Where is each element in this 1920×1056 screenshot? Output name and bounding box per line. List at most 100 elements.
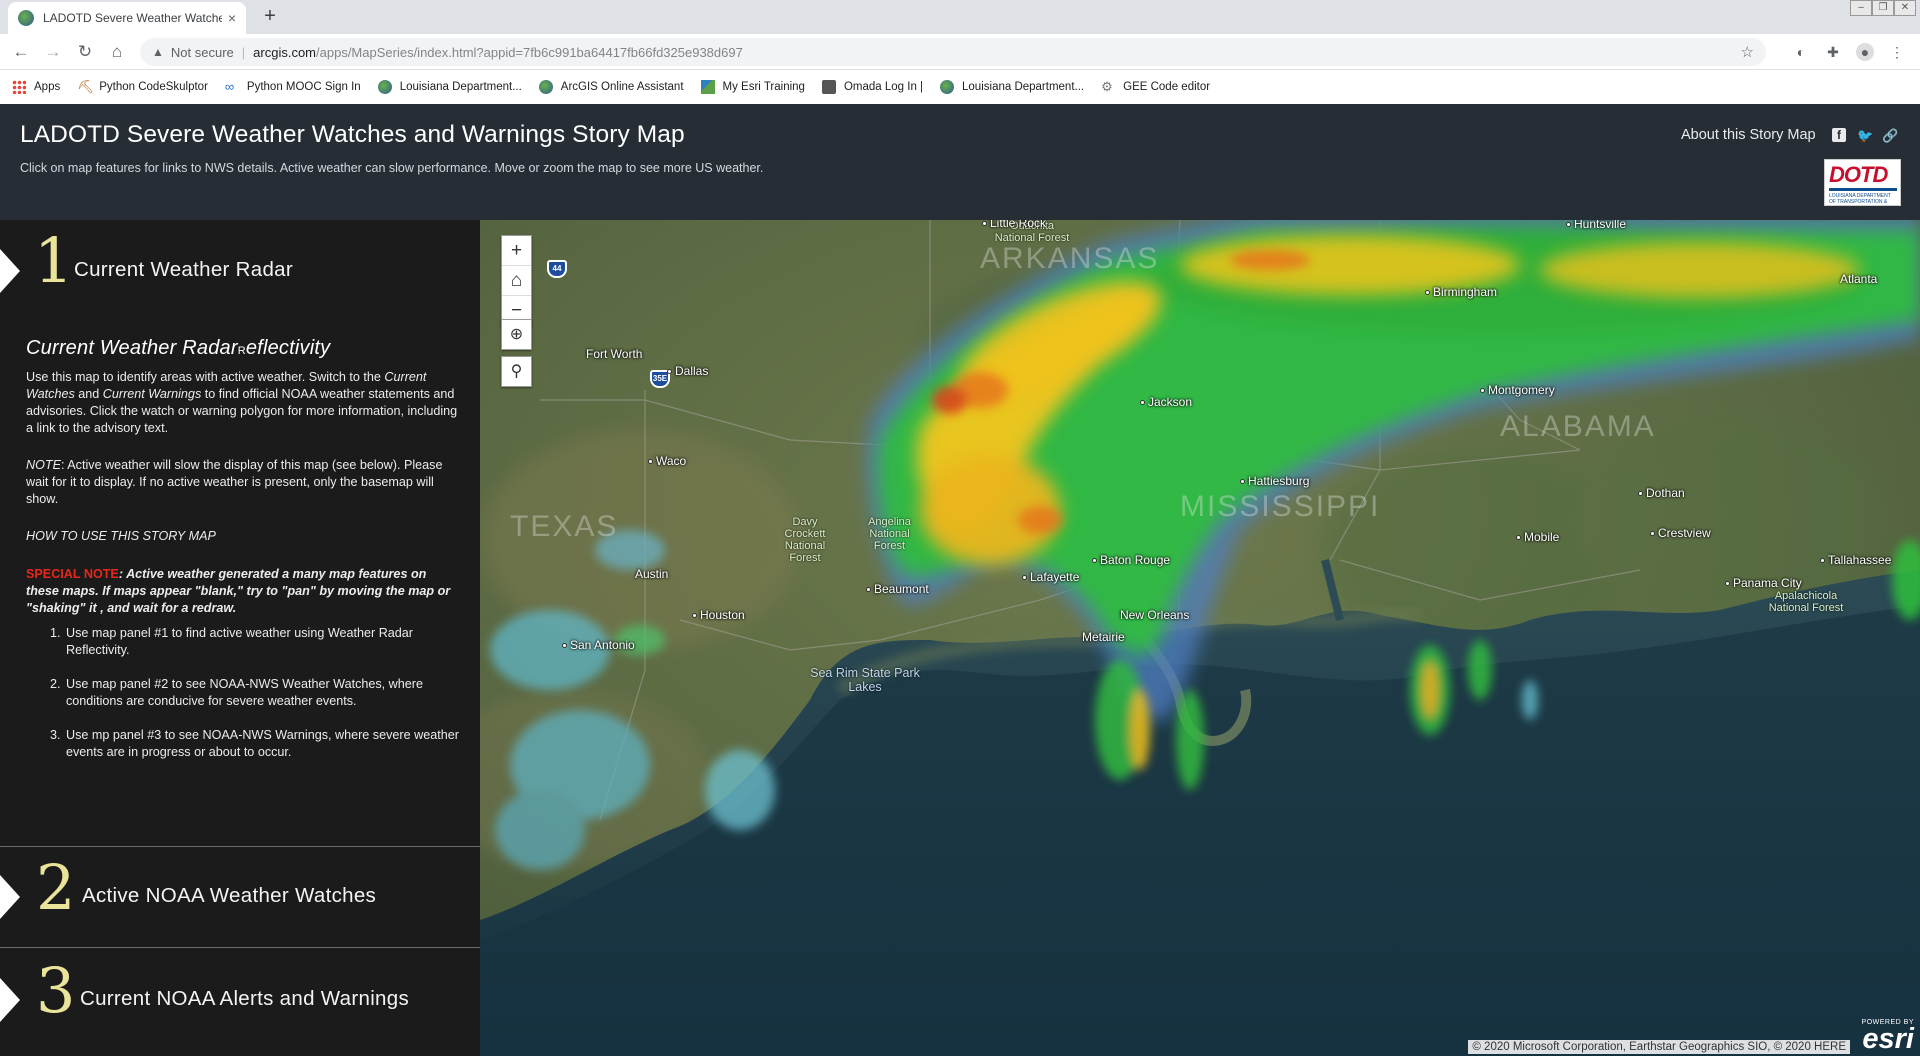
reload-icon[interactable]: ↻ (73, 41, 97, 63)
city-label: Beaumont (866, 582, 929, 596)
city-dot (1480, 388, 1485, 394)
bookmark-label: Python CodeSkulptor (99, 81, 208, 93)
bookmark-louisiana-dept-2[interactable]: Louisiana Department... (940, 80, 1084, 94)
bookmark-label: Python MOOC Sign In (246, 81, 361, 93)
list-item: Use map panel #1 to find active weather … (64, 625, 460, 659)
bookmark-label: Omada Log In | (843, 81, 924, 93)
section-1: 1 Current Weather Radar Current Weather … (0, 220, 480, 846)
bookmark-label: ArcGIS Online Assistant (560, 81, 684, 93)
heading-small: R (237, 345, 246, 357)
city-label: San Antonio (562, 638, 635, 652)
howto-heading: HOW TO USE THIS STORY MAP (26, 529, 216, 543)
section-number[interactable]: 3 (36, 954, 75, 1027)
city-dot (1650, 531, 1655, 537)
section-arrow-icon (0, 875, 20, 919)
bookmark-python-mooc[interactable]: ∞ Python MOOC Sign In (225, 80, 361, 94)
story-map-header: LADOTD Severe Weather Watches and Warnin… (0, 104, 1920, 220)
city-label: Dallas (667, 364, 708, 378)
active-section-arrow-icon (0, 249, 20, 293)
city-name: San Antonio (570, 638, 635, 652)
city-name: Tallahassee (1828, 553, 1892, 567)
section-title[interactable]: Active NOAA Weather Watches (82, 884, 376, 908)
section-title[interactable]: Current Weather Radar (74, 258, 293, 282)
city-dot (562, 643, 567, 649)
browser-tab[interactable]: LADOTD Severe Weather Watches and Warnin… (8, 2, 246, 34)
address-bar[interactable]: ▲ Not secure | arcgis.com/apps/MapSeries… (140, 38, 1766, 66)
zoom-in-button[interactable]: + (502, 236, 531, 266)
city-name: Austin (635, 567, 669, 581)
city-dot (1425, 290, 1430, 296)
close-window-icon[interactable]: ✕ (1894, 0, 1916, 16)
extension-circle-icon[interactable]: ◐ (1792, 43, 1810, 61)
city-name: Birmingham (1433, 285, 1498, 299)
city-name: Waco (656, 454, 687, 468)
share-link-icon[interactable]: 🔗 (1882, 128, 1898, 144)
story-sidebar: 1 Current Weather Radar Current Weather … (0, 220, 480, 1056)
special-note-label: SPECIAL NOTE (26, 567, 119, 581)
about-story-map-link[interactable]: About this Story Map (1681, 127, 1816, 143)
city-label: Jackson (1140, 395, 1192, 409)
city-name: Jackson (1148, 395, 1193, 409)
city-dot (1092, 558, 1097, 564)
city-label: Atlanta (1840, 272, 1877, 286)
city-label: Montgomery (1480, 383, 1555, 397)
pickaxe-icon: ⛏ (77, 79, 94, 94)
logo-text: DOTD (1829, 162, 1888, 187)
profile-avatar-icon[interactable]: ● (1856, 43, 1874, 61)
warning-triangle-icon: ▲ (152, 45, 164, 59)
radar-map[interactable]: + ⌂ − ⊕ ⚲ 44 35E ARKANSAS TEXAS MISSISSI… (480, 220, 1920, 1056)
home-icon[interactable]: ⌂ (105, 41, 129, 63)
extensions-puzzle-icon[interactable]: ✚ (1824, 43, 1842, 61)
section-2[interactable]: 2 Active NOAA Weather Watches (0, 847, 480, 947)
minimize-window-icon[interactable]: – (1850, 0, 1872, 16)
city-label: Little Rock (982, 220, 1046, 230)
bookmark-label: GEE Code editor (1123, 81, 1211, 93)
section-title[interactable]: Current NOAA Alerts and Warnings (80, 987, 409, 1011)
city-label: Austin (635, 567, 668, 581)
city-name: Crestview (1658, 526, 1711, 540)
city-dot (1140, 400, 1145, 406)
coursera-icon: ∞ (224, 79, 235, 94)
bookmark-label: Louisiana Department... (399, 81, 522, 93)
bookmark-omada[interactable]: Omada Log In | (821, 80, 924, 94)
esri-wordmark: esri (1862, 1023, 1914, 1055)
search-icon[interactable]: ⚲ (501, 356, 532, 387)
list-item: Use map panel #2 to see NOAA-NWS Weather… (64, 676, 460, 710)
city-name: Hattiesburg (1248, 474, 1310, 488)
new-tab-button[interactable]: + (258, 5, 282, 28)
city-name: Atlanta (1840, 272, 1878, 286)
close-tab-icon[interactable]: × (228, 10, 236, 26)
section-3[interactable]: 3 Current NOAA Alerts and Warnings (0, 948, 480, 1056)
browser-tab-bar: LADOTD Severe Weather Watches and Warnin… (0, 0, 1920, 34)
bookmark-gee[interactable]: ⚙ GEE Code editor (1101, 80, 1210, 94)
security-label[interactable]: Not secure (171, 45, 234, 60)
home-button[interactable]: ⌂ (502, 266, 531, 296)
city-name: Baton Rouge (1100, 553, 1171, 567)
bookmark-python-codeskulptor[interactable]: ⛏ Python CodeSkulptor (77, 80, 208, 94)
browser-toolbar: ← → ↻ ⌂ ▲ Not secure | arcgis.com/apps/M… (0, 34, 1920, 70)
esri-logo[interactable]: POWERED BY esri (1862, 1019, 1914, 1055)
city-dot (648, 459, 653, 465)
bookmark-arcgis-assistant[interactable]: ArcGIS Online Assistant (538, 80, 684, 94)
bookmark-louisiana-dept-1[interactable]: Louisiana Department... (377, 80, 522, 94)
page-title: LADOTD Severe Weather Watches and Warnin… (20, 121, 685, 148)
zoom-controls: + ⌂ − (501, 235, 532, 327)
section-number[interactable]: 2 (36, 851, 75, 924)
facebook-icon[interactable]: f (1832, 128, 1846, 142)
bookmark-star-icon[interactable]: ☆ (1741, 43, 1754, 61)
intro-paragraph: Use this map to identify areas with acti… (26, 369, 460, 437)
browser-menu-icon[interactable]: ⋮ (1888, 43, 1906, 61)
locate-crosshair-icon[interactable]: ⊕ (501, 319, 532, 350)
state-label: ALABAMA (1500, 410, 1656, 443)
section-number[interactable]: 1 (34, 224, 73, 297)
twitter-icon[interactable]: 🐦 (1857, 128, 1873, 144)
forward-arrow-icon[interactable]: → (41, 41, 65, 63)
restore-window-icon[interactable]: ❐ (1872, 0, 1894, 16)
bookmark-esri-training[interactable]: My Esri Training (700, 80, 805, 94)
bookmark-apps[interactable]: Apps (12, 80, 60, 94)
back-arrow-icon[interactable]: ← (9, 41, 33, 63)
city-label: Panama City (1725, 576, 1802, 590)
city-dot (1516, 535, 1521, 541)
city-label: Hattiesburg (1240, 474, 1309, 488)
city-name: Houston (700, 608, 745, 622)
